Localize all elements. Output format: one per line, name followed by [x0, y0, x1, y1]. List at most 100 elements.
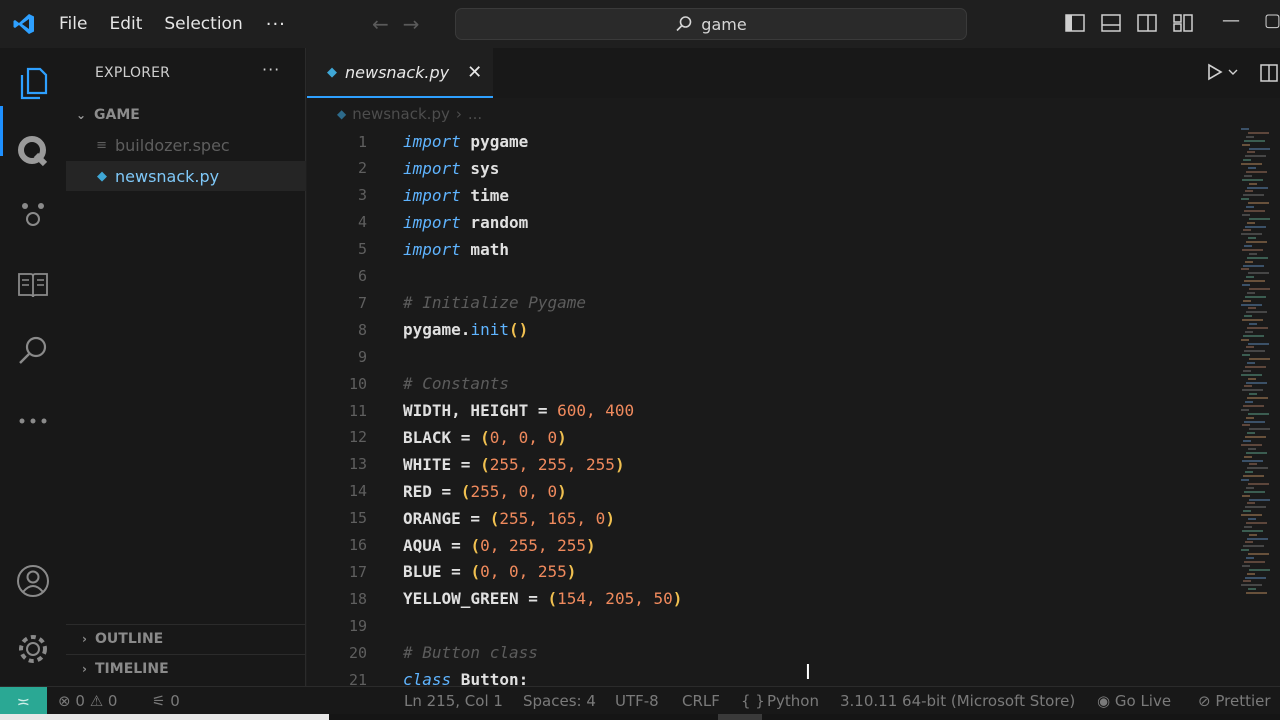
code-line[interactable]: 1 import pygame	[307, 128, 1237, 155]
code-line[interactable]: 6	[307, 263, 1237, 290]
code-line[interactable]: 14 RED = (255, 0, 0)	[307, 478, 1237, 505]
debug-icon[interactable]	[0, 190, 66, 240]
problems-status[interactable]: ⊗ 0 ⚠ 0	[58, 692, 117, 710]
line-source: # Constants	[403, 374, 509, 394]
tab-newsnack-py[interactable]: ◆ newsnack.py ✕	[307, 48, 493, 98]
code-line[interactable]: 16 AQUA = (0, 255, 255)	[307, 532, 1237, 559]
code-line[interactable]: 2 import sys	[307, 155, 1237, 182]
layout-controls	[1064, 12, 1194, 34]
code-line[interactable]: 19	[307, 612, 1237, 639]
code-line[interactable]: 15 ORANGE = (255, 165, 0)	[307, 505, 1237, 532]
line-source: import math	[403, 239, 509, 259]
ports-status[interactable]: ⚟ 0	[152, 692, 180, 710]
minimap-line	[1249, 568, 1270, 571]
go-live-button[interactable]: ◉ Go Live	[1097, 692, 1171, 710]
line-number: 6	[357, 267, 367, 285]
line-number: 13	[348, 455, 367, 474]
settings-icon[interactable]	[0, 624, 66, 674]
line-number: 10	[348, 374, 367, 393]
line-ending[interactable]: CRLF	[682, 692, 720, 710]
menu-edit[interactable]: Edit	[98, 0, 153, 48]
code-line[interactable]: 8 pygame.init()	[307, 316, 1237, 343]
code-line[interactable]: 3 import time	[307, 182, 1237, 209]
code-line[interactable]: 17 BLUE = (0, 0, 255)	[307, 558, 1237, 585]
minimap-line	[1243, 194, 1264, 197]
menu-selection[interactable]: Selection	[153, 0, 253, 48]
encoding[interactable]: UTF-8	[615, 692, 659, 710]
maximize-window-icon[interactable]: ▢	[1264, 10, 1280, 31]
code-line[interactable]: 5 import math	[307, 236, 1237, 263]
code-line[interactable]: 20 # Button class	[307, 639, 1237, 666]
forward-arrow-icon[interactable]: →	[403, 12, 420, 36]
more-icon[interactable]	[0, 396, 66, 446]
account-icon[interactable]	[0, 556, 66, 606]
tab-label: newsnack.py	[345, 62, 450, 82]
code-line[interactable]: 18 YELLOW_GREEN = (154, 205, 50)	[307, 585, 1237, 612]
minimap-line	[1247, 572, 1255, 575]
menu-file[interactable]: File	[48, 0, 98, 48]
folder-game[interactable]: ⌄ GAME	[66, 103, 306, 127]
minimap-line	[1245, 295, 1266, 298]
minimap-line	[1249, 323, 1257, 325]
file-newsnack-py[interactable]: ◆ newsnack.py	[66, 161, 306, 191]
explorer-more-icon[interactable]: ···	[262, 60, 280, 79]
minimap-line	[1248, 482, 1269, 485]
command-center-search[interactable]: game	[455, 8, 967, 40]
run-python-file-icon[interactable]	[1207, 63, 1247, 85]
minimap-line	[1244, 315, 1252, 318]
minimap-line	[1243, 404, 1264, 407]
minimize-window-icon[interactable]: —	[1222, 10, 1240, 31]
outline-section[interactable]: › OUTLINE	[66, 624, 306, 652]
toggle-panel-icon[interactable]	[1100, 12, 1122, 34]
language-mode[interactable]: Python	[767, 692, 819, 710]
extension-q-icon[interactable]	[0, 126, 66, 176]
remote-icon[interactable]: ≍	[0, 687, 47, 715]
progress-knob[interactable]	[718, 714, 762, 720]
text-file-icon: ≡	[96, 137, 107, 153]
close-icon[interactable]: ✕	[467, 62, 482, 83]
toggle-secondary-sidebar-icon[interactable]	[1136, 12, 1158, 34]
timeline-section[interactable]: › TIMELINE	[66, 654, 306, 682]
book-icon[interactable]	[0, 260, 66, 310]
search-icon[interactable]	[0, 326, 66, 376]
back-arrow-icon[interactable]: ←	[372, 12, 389, 36]
minimap-line	[1244, 420, 1265, 423]
breadcrumb-file[interactable]: newsnack.py	[352, 105, 450, 123]
cursor-position[interactable]: Ln 215, Col 1	[404, 692, 503, 710]
minimap[interactable]	[1241, 128, 1280, 598]
minimap-line	[1241, 373, 1262, 376]
python-interpreter[interactable]: 3.10.11 64-bit (Microsoft Store)	[840, 692, 1075, 710]
breadcrumb-tail[interactable]: ...	[468, 105, 482, 123]
python-file-icon: ◆	[337, 107, 347, 121]
prettier-status[interactable]: ⊘ Prettier	[1198, 692, 1271, 710]
code-line[interactable]: 11 WIDTH, HEIGHT = 600, 400	[307, 397, 1237, 424]
code-line[interactable]: 13 WHITE = (255, 255, 255)	[307, 451, 1237, 478]
minimap-line	[1242, 143, 1250, 146]
file-buildozer-spec[interactable]: ≡ buildozer.spec	[66, 130, 306, 160]
menu-more-icon[interactable]: ···	[254, 14, 298, 35]
code-line[interactable]: 4 import random	[307, 209, 1237, 236]
minimap-line	[1244, 455, 1252, 458]
minimap-line	[1247, 467, 1268, 470]
files-icon[interactable]	[0, 58, 66, 108]
minimap-line	[1243, 369, 1251, 372]
line-number: 17	[348, 562, 367, 581]
line-source: # Initialize Pygame	[403, 293, 587, 313]
code-line[interactable]: 10 # Constants	[307, 370, 1237, 397]
code-line[interactable]: 12 BLACK = (0, 0, 0)	[307, 424, 1237, 451]
video-progress-bar[interactable]	[0, 714, 1280, 720]
line-number: 8	[357, 320, 367, 339]
split-editor-icon[interactable]	[1259, 63, 1279, 87]
customize-layout-icon[interactable]	[1172, 12, 1194, 34]
toggle-primary-sidebar-icon[interactable]	[1064, 12, 1086, 34]
line-source: BLUE = (0, 0, 255)	[403, 562, 577, 582]
line-number: 7	[357, 293, 367, 312]
menu-bar: File Edit Selection ···	[48, 0, 298, 48]
braces-icon[interactable]: { }	[741, 692, 765, 710]
minimap-line	[1242, 389, 1263, 392]
minimap-line	[1241, 198, 1249, 201]
indentation[interactable]: Spaces: 4	[523, 692, 596, 710]
code-line[interactable]: 7 # Initialize Pygame	[307, 289, 1237, 316]
minimap-line	[1248, 202, 1269, 205]
code-line[interactable]: 9	[307, 343, 1237, 370]
